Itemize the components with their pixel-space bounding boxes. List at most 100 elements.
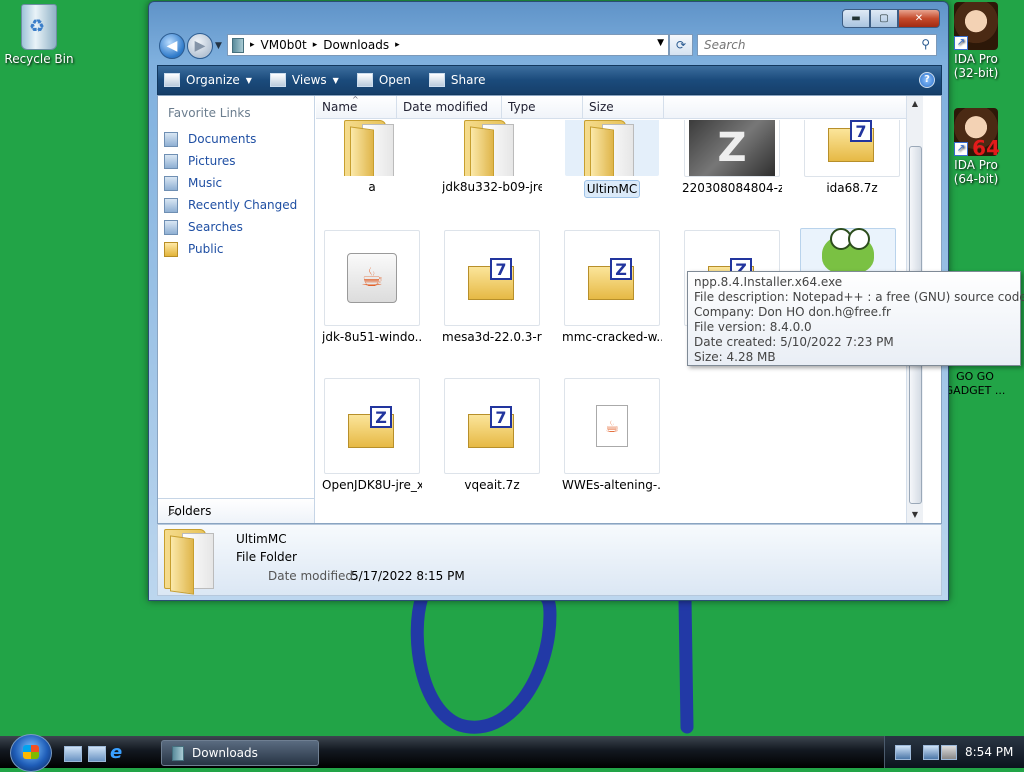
favorite-link-documents[interactable]: Documents: [164, 128, 297, 150]
breadcrumb-downloads[interactable]: Downloads: [323, 38, 389, 52]
tooltip-line: npp.8.4.Installer.x64.exe: [694, 275, 843, 289]
column-header-type[interactable]: Type: [502, 96, 583, 118]
shortcut-arrow-icon: ↗: [954, 142, 968, 156]
favorite-link-pictures[interactable]: Pictures: [164, 150, 297, 172]
navigation-pane: Favorite Links Documents Pictures Music …: [158, 96, 315, 523]
details-modified-value: 5/17/2022 8:15 PM: [351, 569, 465, 583]
file-info-tooltip: npp.8.4.Installer.x64.exe File descripti…: [687, 271, 1024, 366]
7z-archive-icon: 7: [444, 230, 540, 326]
chevron-down-icon: ▼: [245, 75, 252, 85]
maximize-button[interactable]: ▢: [870, 9, 898, 28]
music-icon: [164, 175, 178, 191]
file-item-ultimmc[interactable]: UltimMC: [562, 120, 662, 201]
favorite-link-searches[interactable]: Searches: [164, 216, 297, 238]
folders-toggle[interactable]: Folders ︿: [158, 498, 314, 523]
organize-label: Organize: [186, 73, 240, 87]
searches-icon: [164, 219, 178, 235]
breadcrumb-separator-icon[interactable]: ▸: [250, 40, 255, 50]
column-header-date-modified[interactable]: Date modified: [397, 96, 502, 118]
pictures-icon: [164, 153, 178, 169]
tray-app-icon[interactable]: [895, 745, 911, 760]
folder-icon: [232, 37, 244, 53]
details-modified-label: Date modified:: [268, 569, 358, 583]
folder-icon: [164, 529, 220, 595]
column-header-size[interactable]: Size: [583, 96, 664, 118]
java-icon: ☕: [324, 230, 420, 326]
column-header-name[interactable]: ^ Name: [316, 96, 397, 118]
folder-icon: [172, 745, 184, 761]
share-icon: [428, 73, 445, 87]
address-bar[interactable]: ▸ VM0b0t ▸ Downloads ▸ ▼: [227, 34, 669, 56]
share-label: Share: [450, 73, 486, 87]
share-button[interactable]: Share: [428, 73, 486, 87]
recent-pages-dropdown-icon[interactable]: ▼: [215, 41, 222, 51]
show-desktop-icon[interactable]: [64, 746, 82, 762]
file-item-wwes-altening[interactable]: ☕ WWEs-altening-...: [562, 378, 662, 492]
file-item-ida68-7z[interactable]: 7 ida68.7z: [802, 120, 902, 195]
file-item-jdk8u332-b09-jre[interactable]: jdk8u332-b09-jre: [442, 120, 542, 194]
tooltip-line: Company: Don HO don.h@free.fr: [694, 305, 891, 319]
favorite-link-music[interactable]: Music: [164, 172, 297, 194]
7z-archive-icon: 7: [444, 378, 540, 474]
navigation-row: ◀ ▶ ▼ ▸ VM0b0t ▸ Downloads ▸ ▼ ⟳ ⚲: [157, 32, 940, 60]
help-icon[interactable]: ?: [919, 72, 935, 88]
folder-icon: [325, 120, 419, 176]
favorite-link-label: Searches: [188, 220, 243, 234]
open-label: Open: [378, 73, 411, 87]
scroll-down-icon[interactable]: ▼: [907, 507, 923, 523]
breadcrumb-separator-icon[interactable]: ▸: [395, 40, 400, 50]
favorite-links-title: Favorite Links: [168, 106, 251, 120]
forward-button[interactable]: ▶: [187, 33, 213, 59]
favorite-link-public[interactable]: Public: [164, 238, 297, 260]
breadcrumb-vm0b0t[interactable]: VM0b0t: [261, 38, 307, 52]
file-item-openjdk8u[interactable]: Z OpenJDK8U-jre_x...: [322, 378, 422, 492]
volume-muted-icon[interactable]: [941, 745, 957, 760]
organize-button[interactable]: Organize ▼: [164, 73, 252, 87]
ida-pro-icon: ↗: [954, 2, 998, 50]
close-button[interactable]: ✕: [898, 9, 940, 28]
taskbar-button-label: Downloads: [192, 746, 258, 760]
file-item-label: vqeait.7z: [464, 478, 520, 492]
file-item-vqeait-7z[interactable]: 7 vqeait.7z: [442, 378, 542, 492]
search-input[interactable]: [702, 37, 906, 53]
breadcrumb-separator-icon[interactable]: ▸: [313, 40, 318, 50]
refresh-button[interactable]: ⟳: [669, 34, 693, 56]
views-button[interactable]: Views ▼: [269, 73, 339, 87]
recently-changed-icon: [164, 197, 178, 213]
taskbar-button-downloads[interactable]: Downloads: [161, 740, 319, 766]
favorite-link-label: Public: [188, 242, 224, 256]
internet-explorer-icon[interactable]: e: [110, 742, 122, 763]
tooltip-line: Size: 4.28 MB: [694, 350, 776, 364]
file-item-mesa3d[interactable]: 7 mesa3d-22.0.3-re...: [442, 230, 542, 344]
back-button[interactable]: ◀: [159, 33, 185, 59]
views-icon: [269, 73, 286, 87]
details-pane: UltimMC File Folder Date modified: 5/17/…: [157, 524, 942, 596]
switch-windows-icon[interactable]: [88, 746, 106, 762]
organize-icon: [164, 73, 180, 87]
minimize-button[interactable]: ▬: [842, 9, 870, 28]
zip-archive-icon: Z: [324, 378, 420, 474]
file-item-a[interactable]: a: [322, 120, 422, 194]
search-icon[interactable]: ⚲: [921, 37, 930, 51]
scroll-up-icon[interactable]: ▲: [907, 96, 923, 112]
folder-icon: [565, 120, 659, 176]
favorite-link-recently-changed[interactable]: Recently Changed: [164, 194, 297, 216]
file-item-jdk-8u51[interactable]: ☕ jdk-8u51-windo...: [322, 230, 422, 344]
open-button[interactable]: Open: [356, 73, 411, 87]
ida-64-badge: 64: [972, 136, 1000, 160]
image-thumbnail: Z: [684, 120, 780, 177]
file-item-label: jdk-8u51-windo...: [322, 330, 422, 344]
details-type: File Folder: [236, 550, 297, 564]
network-icon[interactable]: [923, 745, 939, 760]
file-item-image-220308084804[interactable]: Z 220308084804-z-...: [682, 120, 782, 195]
clock[interactable]: 8:54 PM: [965, 745, 1013, 759]
search-box[interactable]: ⚲: [697, 34, 937, 56]
folder-icon: [164, 241, 178, 257]
desktop-icon-recycle-bin[interactable]: Recycle Bin: [0, 4, 79, 66]
address-dropdown-icon[interactable]: ▼: [657, 38, 664, 48]
system-tray: 8:54 PM: [884, 736, 1024, 768]
start-button[interactable]: [10, 734, 52, 772]
file-item-mmc-cracked[interactable]: Z mmc-cracked-w...: [562, 230, 662, 344]
file-item-label: mmc-cracked-w...: [562, 330, 662, 344]
file-item-label: WWEs-altening-...: [562, 478, 662, 492]
